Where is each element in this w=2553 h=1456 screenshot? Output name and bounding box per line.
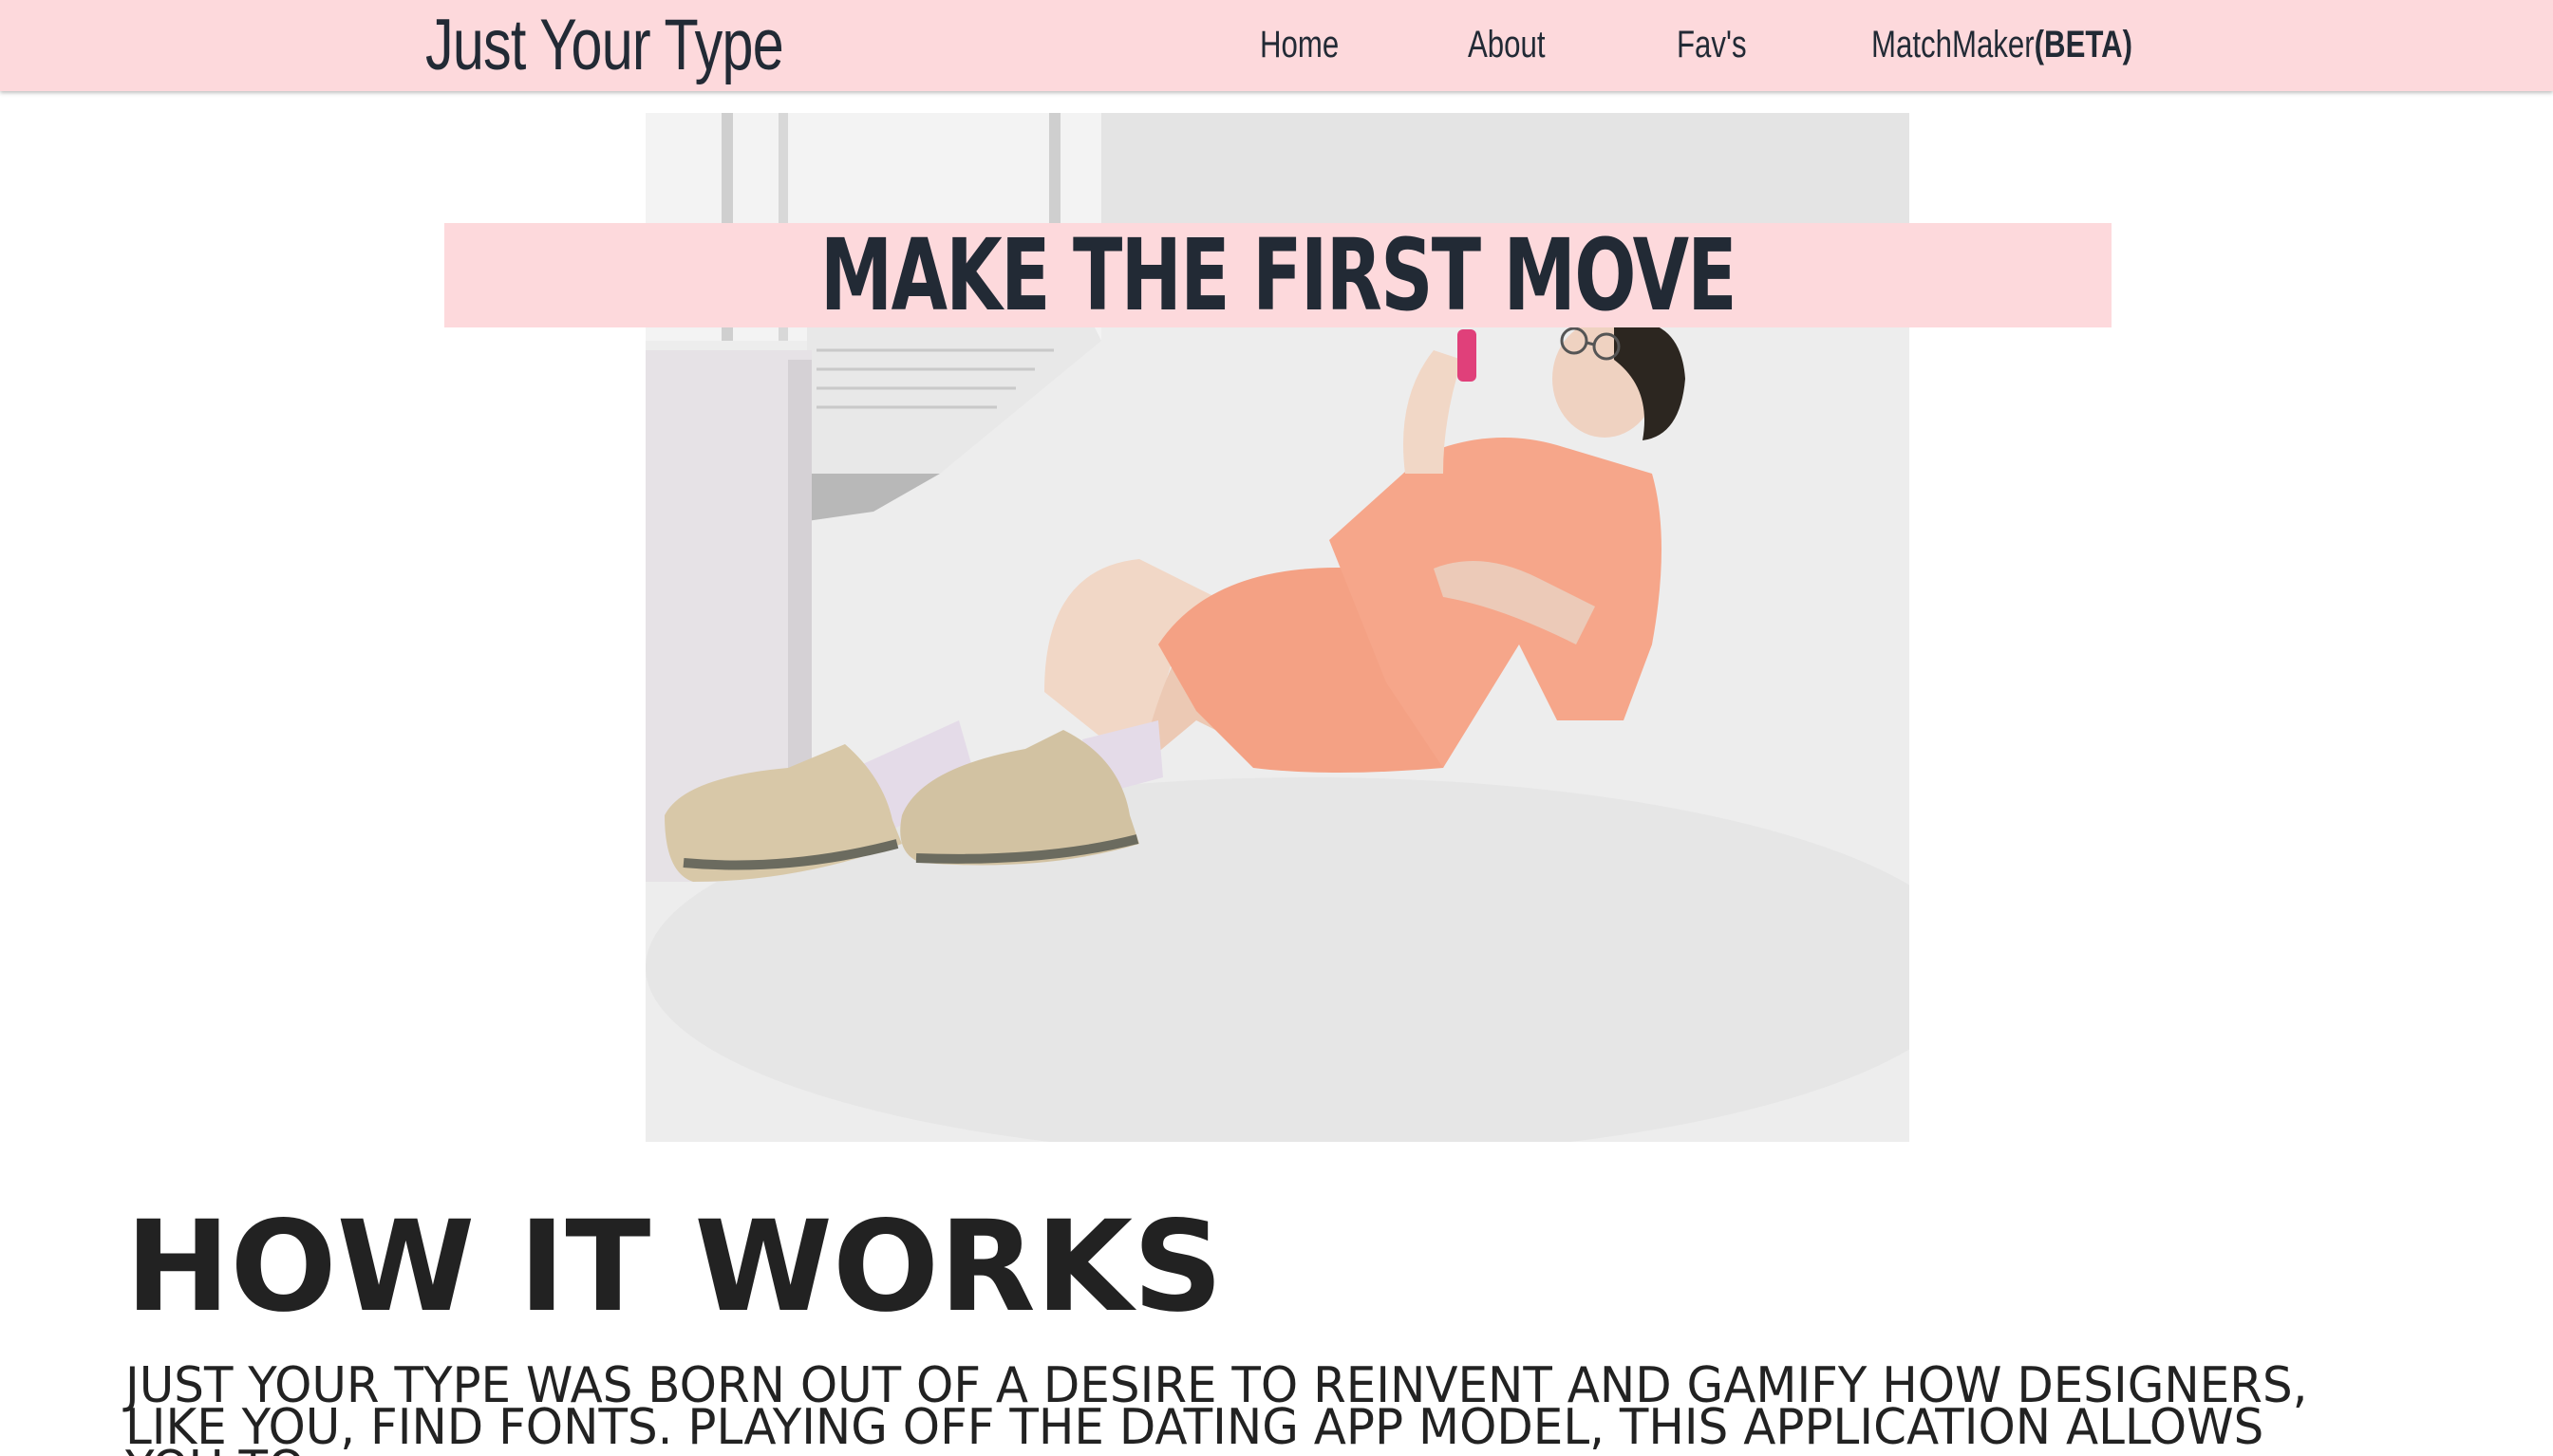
how-it-works-heading: HOW IT WORKS: [125, 1194, 1224, 1340]
nav-link-home[interactable]: Home: [1260, 21, 1339, 68]
nav-link-favs[interactable]: Fav's: [1677, 21, 1747, 68]
beta-badge: (BETA): [2034, 24, 2133, 65]
site-logo[interactable]: Just Your Type: [425, 6, 784, 85]
nav-link-about[interactable]: About: [1468, 21, 1546, 68]
hero-title: MAKE THE FIRST MOVE: [819, 217, 1737, 333]
how-it-works-body: JUST YOUR TYPE WAS BORN OUT OF A DESIRE …: [125, 1357, 2308, 1456]
nav-link-matchmaker-label: MatchMaker: [1871, 24, 2035, 65]
site-header: Just Your Type Home About Fav's MatchMak…: [0, 0, 2553, 91]
nav-link-matchmaker[interactable]: MatchMaker(BETA): [1871, 21, 2132, 68]
hero-banner: MAKE THE FIRST MOVE: [444, 223, 2112, 327]
